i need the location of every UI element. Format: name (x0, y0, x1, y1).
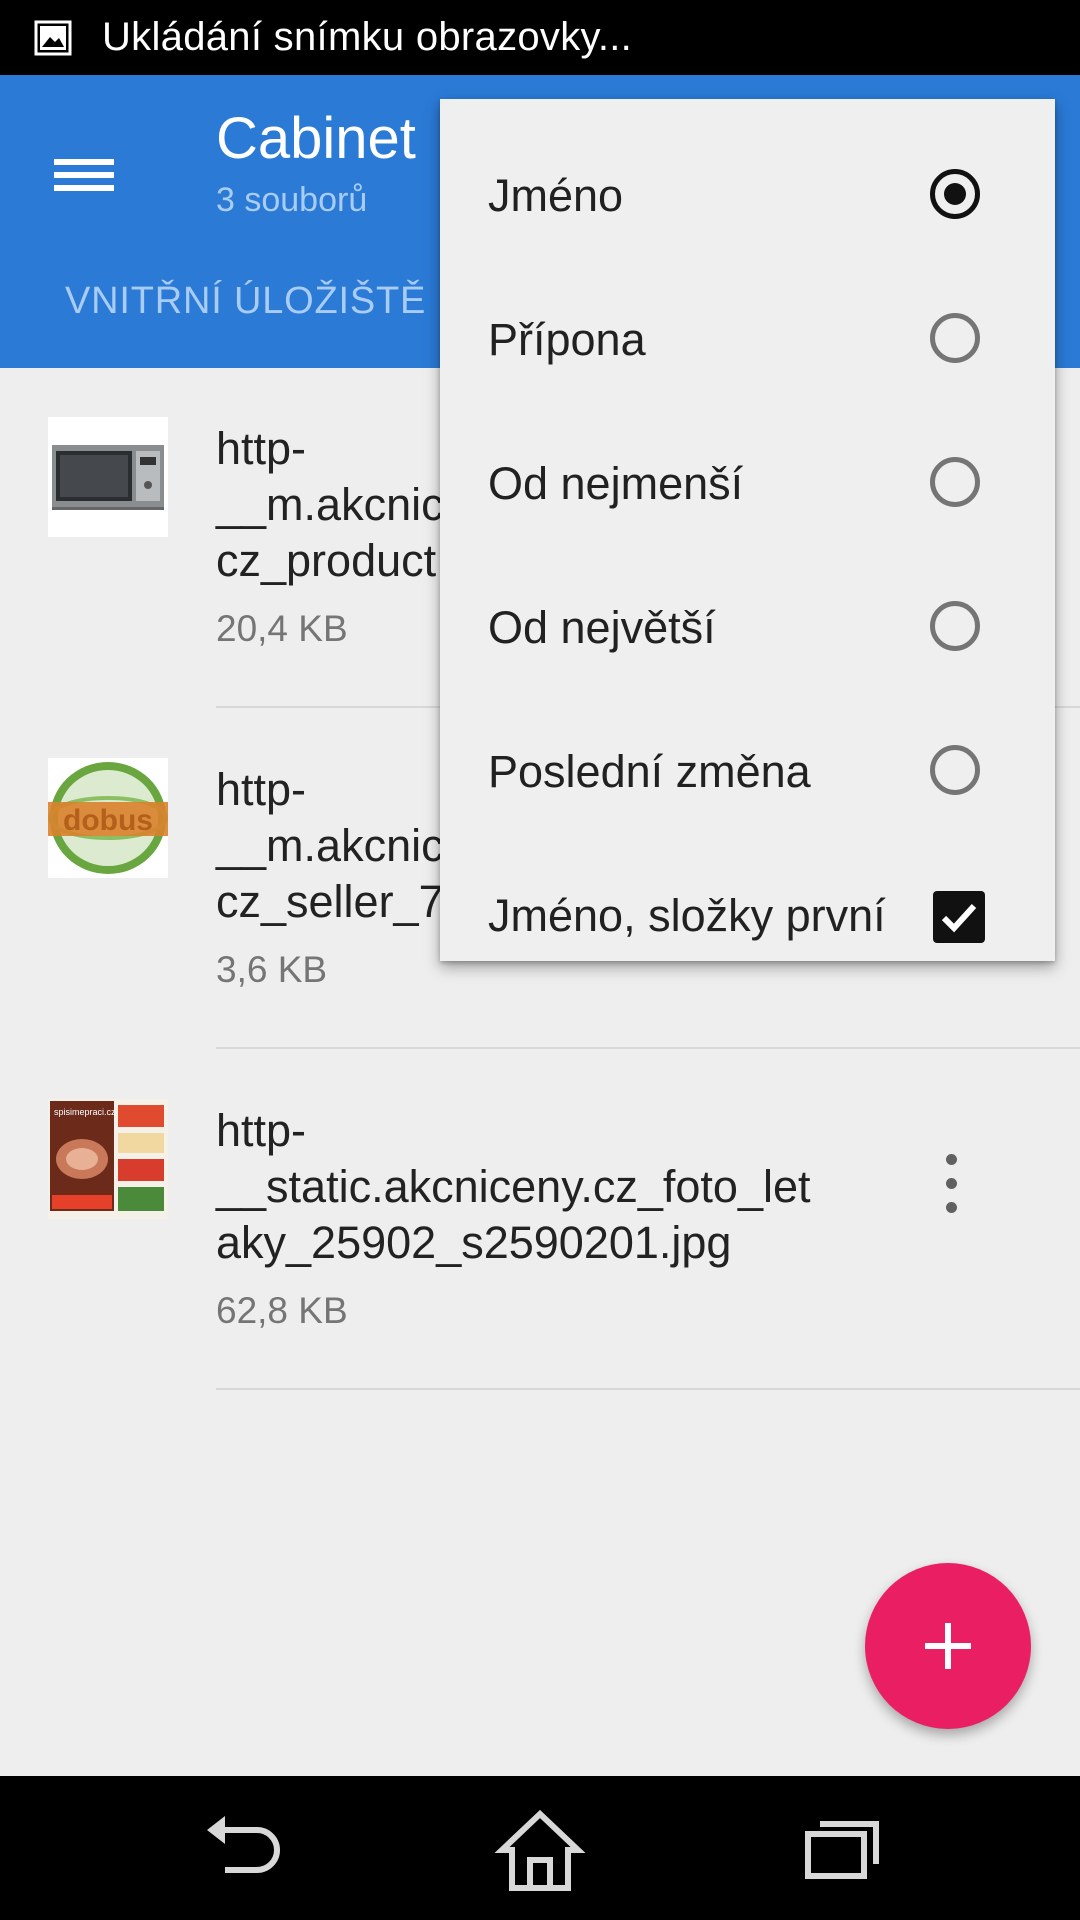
sort-by-smallest[interactable]: Od nejmenší (440, 414, 1055, 558)
more-options-icon[interactable] (920, 1144, 980, 1224)
status-notification-text: Ukládání snímku obrazovky... (102, 15, 633, 59)
navigation-bar (0, 1776, 1080, 1920)
hamburger-icon[interactable] (40, 132, 124, 216)
sort-by-largest[interactable]: Od největší (440, 558, 1055, 702)
sort-by-last-modified[interactable]: Poslední změna (440, 702, 1055, 846)
tab-internal-storage[interactable]: VNITŘNÍ ÚLOŽIŠTĚ (65, 280, 426, 323)
sort-menu: Jméno Přípona Od nejmenší Od největší Po… (440, 99, 1055, 961)
list-item[interactable]: spisimepraci.cz http- __static.akcniceny… (0, 1050, 1080, 1391)
file-size: 62,8 KB (216, 1290, 348, 1331)
file-size: 20,4 KB (216, 608, 348, 649)
microwave-thumbnail (48, 417, 168, 537)
file-name: http- __static.akcniceny.cz_foto_let aky… (216, 1105, 811, 1268)
divider (216, 1047, 1080, 1049)
status-bar: Ukládání snímku obrazovky... (0, 0, 1080, 75)
radio-unselected-icon[interactable] (930, 457, 980, 507)
svg-text:spisimepraci.cz: spisimepraci.cz (54, 1107, 116, 1117)
radio-unselected-icon[interactable] (930, 601, 980, 651)
menu-item-label: Od největší (488, 602, 716, 653)
menu-item-label: Jméno (488, 170, 624, 221)
app-title: Cabinet (216, 106, 416, 171)
menu-item-label: Od nejmenší (488, 458, 744, 509)
svg-text:dobus: dobus (63, 804, 153, 837)
leaflet-thumbnail: spisimepraci.cz (48, 1099, 168, 1219)
divider (216, 1388, 1080, 1390)
image-icon (34, 20, 72, 55)
radio-unselected-icon[interactable] (930, 745, 980, 795)
dobus-logo-thumbnail: dobus (48, 758, 168, 878)
recent-apps-icon[interactable] (790, 1806, 890, 1896)
home-icon[interactable] (490, 1806, 590, 1896)
back-icon[interactable] (191, 1806, 291, 1896)
file-size: 3,6 KB (216, 949, 328, 990)
folders-first-option[interactable]: Jméno, složky první (440, 846, 1055, 990)
sort-by-name[interactable]: Jméno (440, 126, 1055, 270)
menu-item-label: Poslední změna (488, 746, 811, 797)
file-count-subtitle: 3 souborů (216, 181, 368, 219)
radio-selected-icon[interactable] (930, 169, 980, 219)
menu-item-label: Přípona (488, 314, 646, 365)
radio-unselected-icon[interactable] (930, 313, 980, 363)
add-button[interactable] (865, 1563, 1031, 1729)
checkbox-checked-icon[interactable] (933, 891, 985, 943)
menu-item-label: Jméno, složky první (488, 890, 886, 941)
sort-by-extension[interactable]: Přípona (440, 270, 1055, 414)
